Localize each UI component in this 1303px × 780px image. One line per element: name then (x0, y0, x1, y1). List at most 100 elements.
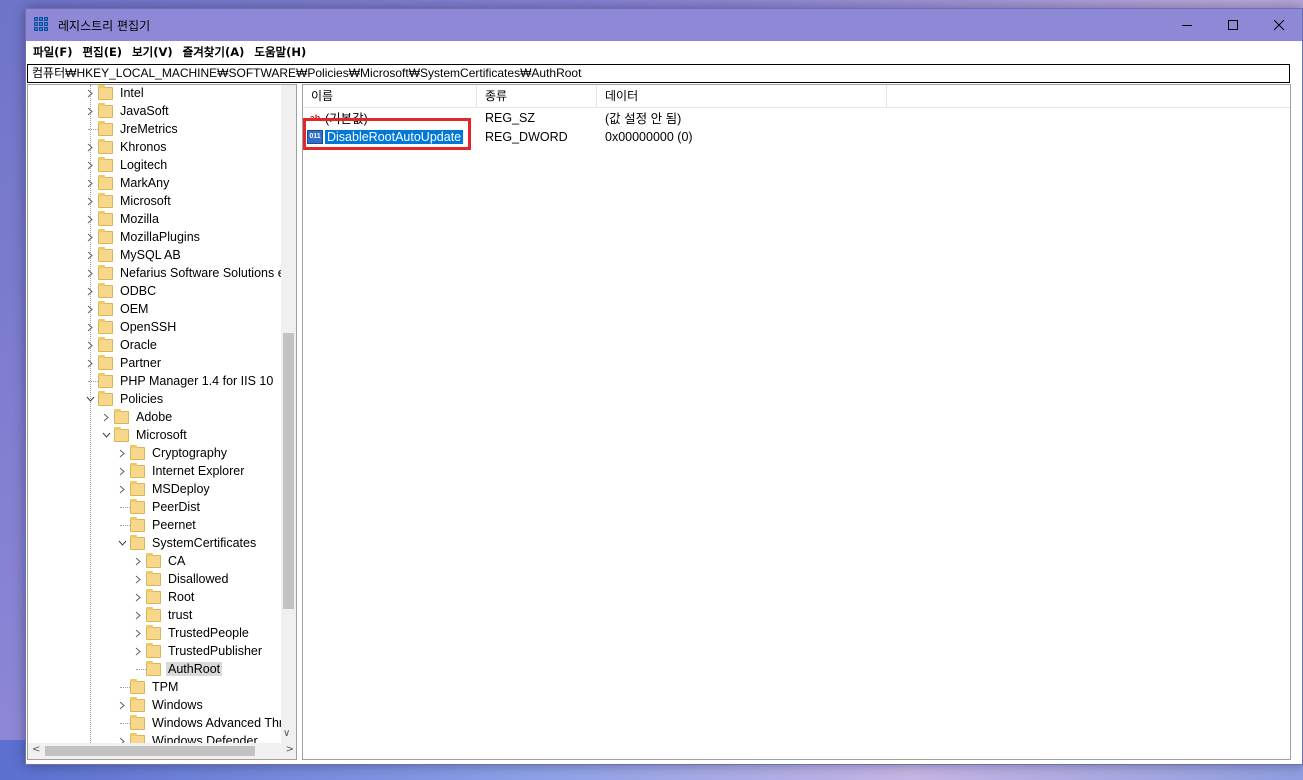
expand-chevron-icon[interactable] (114, 732, 130, 743)
tree-item[interactable]: Partner (82, 354, 163, 372)
expand-chevron-icon[interactable] (130, 552, 146, 570)
title-bar[interactable]: 레지스트리 편집기 (26, 9, 1302, 41)
expand-chevron-icon[interactable] (114, 480, 130, 498)
collapse-chevron-icon[interactable] (98, 426, 114, 444)
folder-icon (98, 390, 113, 406)
column-header-type[interactable]: 종류 (477, 85, 597, 107)
column-header-data[interactable]: 데이터 (597, 85, 887, 107)
tree-item[interactable]: TrustedPeople (130, 624, 251, 642)
tree-item[interactable]: Windows (114, 696, 205, 714)
scroll-right-icon[interactable]: > (286, 744, 294, 755)
tree-item[interactable]: TrustedPublisher (130, 642, 264, 660)
annotation-highlight-box (303, 118, 471, 150)
tree-item[interactable]: Microsoft (82, 192, 173, 210)
folder-icon (98, 174, 113, 190)
tree-item[interactable]: ODBC (82, 282, 158, 300)
tree-item[interactable]: Internet Explorer (114, 462, 246, 480)
tree-connector (114, 516, 130, 534)
tree-item[interactable]: Khronos (82, 138, 169, 156)
expand-chevron-icon[interactable] (82, 210, 98, 228)
folder-icon (98, 300, 113, 316)
tree-item[interactable]: trust (130, 606, 194, 624)
tree-item[interactable]: Nefarius Software Solutions e. (82, 264, 283, 282)
value-data: (값 설정 안 됨) (605, 112, 682, 126)
collapse-chevron-icon[interactable] (82, 390, 98, 408)
tree-item[interactable]: Cryptography (114, 444, 229, 462)
tree-item[interactable]: Oracle (82, 336, 159, 354)
tree-item[interactable]: JreMetrics (82, 120, 180, 138)
expand-chevron-icon[interactable] (82, 354, 98, 372)
tree-horizontal-scroll-thumb[interactable] (45, 746, 255, 756)
tree-item[interactable]: Windows Defender (114, 732, 260, 743)
tree-item[interactable]: Intel (82, 85, 146, 102)
expand-chevron-icon[interactable] (130, 624, 146, 642)
tree-item[interactable]: PHP Manager 1.4 for IIS 10 (82, 372, 275, 390)
folder-icon (98, 85, 113, 100)
tree-item[interactable]: Disallowed (130, 570, 230, 588)
tree-item[interactable]: SystemCertificates (114, 534, 258, 552)
scroll-left-icon[interactable]: < (32, 744, 40, 755)
tree-item[interactable]: JavaSoft (82, 102, 171, 120)
expand-chevron-icon[interactable] (82, 156, 98, 174)
tree-item[interactable]: TPM (114, 678, 180, 696)
folder-icon (146, 624, 161, 640)
close-button[interactable] (1256, 9, 1302, 41)
tree-item[interactable]: OEM (82, 300, 150, 318)
expand-chevron-icon[interactable] (130, 570, 146, 588)
expand-chevron-icon[interactable] (130, 606, 146, 624)
menu-help[interactable]: 도움말(H) (251, 44, 313, 60)
maximize-button[interactable] (1210, 9, 1256, 41)
tree-item-label: JreMetrics (120, 122, 178, 136)
expand-chevron-icon[interactable] (82, 246, 98, 264)
expand-chevron-icon[interactable] (114, 696, 130, 714)
expand-chevron-icon[interactable] (82, 192, 98, 210)
tree-item[interactable]: OpenSSH (82, 318, 178, 336)
tree-item[interactable]: Peernet (114, 516, 198, 534)
menu-file[interactable]: 파일(F) (30, 44, 80, 60)
folder-icon (130, 480, 145, 496)
minimize-button[interactable] (1164, 9, 1210, 41)
tree-item[interactable]: MozillaPlugins (82, 228, 202, 246)
column-header-name[interactable]: 이름 (303, 85, 477, 107)
tree-item[interactable]: Microsoft (98, 426, 189, 444)
scroll-down-icon[interactable]: ∨ (283, 728, 290, 739)
expand-chevron-icon[interactable] (130, 588, 146, 606)
expand-chevron-icon[interactable] (114, 462, 130, 480)
menu-view[interactable]: 보기(V) (129, 44, 180, 60)
tree-item[interactable]: Windows Advanced Thre (114, 714, 283, 732)
expand-chevron-icon[interactable] (98, 408, 114, 426)
expand-chevron-icon[interactable] (82, 336, 98, 354)
tree-item[interactable]: CA (130, 552, 187, 570)
expand-chevron-icon[interactable] (82, 174, 98, 192)
menu-favorites[interactable]: 즐겨찾기(A) (180, 44, 252, 60)
expand-chevron-icon[interactable] (82, 138, 98, 156)
tree-vertical-scroll-thumb[interactable] (283, 333, 294, 609)
tree-item[interactable]: Adobe (98, 408, 174, 426)
expand-chevron-icon[interactable] (82, 85, 98, 102)
tree-item[interactable]: PeerDist (114, 498, 202, 516)
tree-item-label: Intel (120, 86, 144, 100)
tree-item[interactable]: Mozilla (82, 210, 161, 228)
tree-item[interactable]: AuthRoot (130, 660, 223, 678)
expand-chevron-icon[interactable] (130, 642, 146, 660)
collapse-chevron-icon[interactable] (114, 534, 130, 552)
expand-chevron-icon[interactable] (82, 102, 98, 120)
menu-edit[interactable]: 편집(E) (80, 44, 130, 60)
expand-chevron-icon[interactable] (82, 282, 98, 300)
expand-chevron-icon[interactable] (114, 444, 130, 462)
tree-item-label: trust (168, 608, 193, 622)
tree-item-label: PeerDist (152, 500, 200, 514)
expand-chevron-icon[interactable] (82, 264, 98, 282)
expand-chevron-icon[interactable] (82, 318, 98, 336)
expand-chevron-icon[interactable] (82, 300, 98, 318)
tree-item[interactable]: Root (130, 588, 196, 606)
tree-horizontal-scrollbar[interactable]: < > (28, 743, 296, 759)
tree-item[interactable]: MSDeploy (114, 480, 212, 498)
tree-vertical-scrollbar[interactable]: ∨ (281, 85, 296, 743)
tree-item[interactable]: Policies (82, 390, 165, 408)
tree-item[interactable]: MarkAny (82, 174, 171, 192)
address-bar[interactable]: 컴퓨터₩HKEY_LOCAL_MACHINE₩SOFTWARE₩Policies… (27, 64, 1290, 83)
tree-item[interactable]: Logitech (82, 156, 169, 174)
tree-item[interactable]: MySQL AB (82, 246, 183, 264)
expand-chevron-icon[interactable] (82, 228, 98, 246)
